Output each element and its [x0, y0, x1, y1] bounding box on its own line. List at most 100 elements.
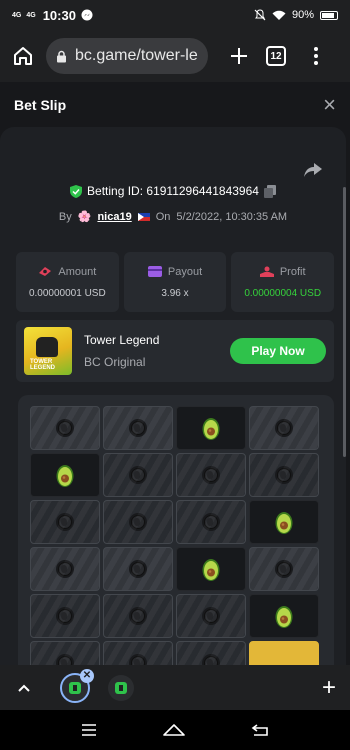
back-icon[interactable]	[251, 723, 269, 737]
signal-label-1: 4G	[12, 11, 22, 19]
address-bar[interactable]: bc.game/tower-le	[46, 38, 208, 74]
avocado-icon	[202, 559, 220, 581]
tower-cell-gold	[249, 641, 319, 665]
profit-icon	[259, 266, 274, 277]
menu-dot	[314, 61, 318, 65]
stat-amount-value: 0.00000001 USD	[28, 287, 106, 299]
tower-cell-avocado	[249, 594, 319, 638]
chevron-up-icon	[18, 684, 30, 692]
stat-profit-label: Profit	[279, 265, 306, 278]
tower-board	[18, 395, 334, 665]
new-tab-button[interactable]	[226, 43, 252, 69]
game-subtitle: BC Original	[84, 355, 146, 369]
bet-date: 5/2/2022, 10:30:35 AM	[176, 210, 288, 223]
stat-amount: Amount 0.00000001 USD	[16, 252, 119, 312]
tile-texture	[31, 407, 99, 449]
betting-id: Betting ID: 61911296441843964	[87, 184, 259, 198]
tile-texture	[177, 454, 245, 496]
plus-icon	[231, 48, 247, 64]
stat-profit: Profit 0.00000004 USD	[231, 252, 335, 312]
stat-amount-label: Amount	[58, 265, 97, 278]
tile-texture	[104, 595, 172, 637]
tower-cell-avocado	[30, 453, 100, 497]
system-nav-bar	[0, 710, 350, 750]
game-mascot	[36, 337, 58, 357]
tower-cell-tile	[176, 500, 246, 544]
share-icon[interactable]	[304, 163, 322, 177]
avatar: 🌸	[77, 211, 92, 223]
tower-cell-tile	[249, 547, 319, 591]
tower-cell-tile	[30, 594, 100, 638]
status-left: 4G 4G 10:30	[12, 8, 93, 23]
tile-texture	[177, 595, 245, 637]
bet-stats: Amount 0.00000001 USD Payout 3.96 x Prof…	[16, 252, 335, 312]
verified-shield-icon	[70, 184, 83, 198]
web-page: Bet Slip × Betting ID: 61911296441843964…	[0, 82, 350, 665]
tile-texture	[104, 407, 172, 449]
tile-texture	[250, 407, 318, 449]
tab-thumb[interactable]	[108, 674, 134, 701]
tab-switcher-button[interactable]: 12	[266, 46, 286, 66]
tile-texture	[250, 454, 318, 496]
menu-dot	[314, 47, 318, 51]
tile-texture	[31, 501, 99, 543]
tile-texture	[104, 642, 172, 665]
flag-icon	[137, 212, 150, 221]
home-button[interactable]	[8, 41, 38, 71]
recents-icon[interactable]	[81, 723, 97, 737]
bet-slip-header: Bet Slip ×	[0, 82, 350, 127]
stat-profit-value: 0.00000004 USD	[244, 287, 322, 299]
home-nav-icon[interactable]	[162, 723, 186, 737]
expand-tabs-button[interactable]	[14, 678, 34, 698]
payout-icon	[147, 266, 162, 277]
close-icon[interactable]: ×	[323, 93, 336, 116]
tower-cell-tile	[103, 594, 173, 638]
bet-slip-panel: Betting ID: 61911296441843964 By 🌸 nica1…	[0, 127, 346, 665]
stat-profit-label-row: Profit	[259, 265, 306, 278]
tower-grid	[30, 406, 319, 665]
tower-cell-tile	[30, 641, 100, 665]
screen: 4G 4G 10:30 90% bc.game/tower-le 12 Bet …	[0, 0, 350, 750]
add-tab-icon[interactable]: +	[322, 675, 336, 700]
tile-texture	[31, 642, 99, 665]
signal-label-2: 4G	[26, 11, 36, 19]
stat-amount-label-row: Amount	[38, 266, 96, 278]
avocado-icon	[56, 465, 74, 487]
tower-cell-tile	[249, 406, 319, 450]
stat-payout-label-row: Payout	[147, 265, 203, 278]
tile-texture	[104, 454, 172, 496]
bc-game-favicon	[69, 681, 81, 694]
play-now-button[interactable]: Play Now	[230, 338, 326, 364]
tower-cell-tile	[103, 500, 173, 544]
scrollbar[interactable]	[343, 187, 346, 457]
game-card: TOWER LEGEND Tower Legend BC Original Pl…	[16, 320, 334, 382]
game-name: Tower Legend	[84, 333, 160, 347]
tower-cell-tile	[103, 406, 173, 450]
home-icon	[14, 47, 32, 65]
betting-id-row: Betting ID: 61911296441843964	[0, 184, 346, 198]
copy-icon[interactable]	[263, 184, 276, 198]
bet-byline: By 🌸 nica19 On 5/2/2022, 10:30:35 AM	[0, 210, 346, 224]
stat-payout-value: 3.96 x	[161, 287, 189, 299]
mute-icon	[254, 9, 266, 21]
wifi-icon	[272, 10, 286, 20]
tower-cell-tile	[103, 453, 173, 497]
tower-cell-avocado	[249, 500, 319, 544]
tile-texture	[31, 595, 99, 637]
overflow-menu-button[interactable]	[306, 43, 326, 69]
messenger-icon	[81, 9, 93, 21]
close-tab-icon[interactable]: ✕	[80, 668, 94, 683]
status-bar: 4G 4G 10:30 90%	[0, 0, 350, 30]
status-right: 90%	[254, 9, 338, 21]
bet-slip-title: Bet Slip	[14, 96, 67, 113]
tower-cell-tile	[176, 453, 246, 497]
tower-cell-avocado	[176, 406, 246, 450]
browser-toolbar: bc.game/tower-le 12	[0, 30, 350, 82]
game-thumbnail: TOWER LEGEND	[24, 327, 72, 375]
stat-payout-label: Payout	[167, 265, 203, 278]
tower-cell-tile	[30, 547, 100, 591]
tile-texture	[31, 548, 99, 590]
username-link[interactable]: nica19	[97, 211, 131, 223]
tile-texture	[104, 501, 172, 543]
tab-thumb-active[interactable]: ✕	[60, 668, 94, 703]
